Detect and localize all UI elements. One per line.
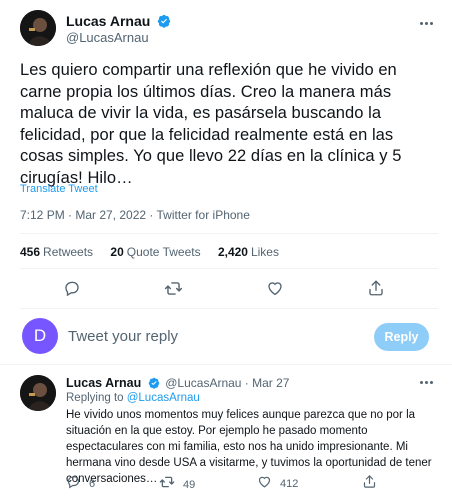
like-icon[interactable] [264, 277, 286, 299]
reply-icon[interactable] [66, 474, 81, 494]
retweets-stat[interactable]: 456 Retweets [20, 245, 93, 259]
verified-badge-icon [148, 377, 160, 392]
reply-button[interactable]: Reply [374, 323, 429, 351]
share-icon[interactable] [362, 474, 377, 494]
reply-author-name[interactable]: Lucas Arnau [66, 376, 141, 390]
likes-stat[interactable]: 2,420 Likes [218, 245, 279, 259]
translate-tweet-link[interactable]: Translate Tweet [20, 183, 98, 195]
reply-action-like[interactable]: 412 [257, 474, 298, 494]
reply-more-options-icon[interactable] [420, 381, 433, 384]
reply-author-avatar[interactable] [20, 375, 56, 411]
reply-input[interactable]: Tweet your reply [68, 328, 178, 345]
retweet-count: 49 [183, 478, 196, 491]
divider [20, 268, 438, 269]
replying-to-handle[interactable]: @LucasArnau [127, 392, 200, 404]
replying-to: Replying to @LucasArnau [66, 392, 200, 404]
author-handle[interactable]: @LucasArnau [66, 30, 149, 45]
author-avatar[interactable] [20, 10, 56, 46]
reply-action-retweet[interactable]: 49 [159, 474, 195, 495]
author-name[interactable]: Lucas Arnau [66, 13, 150, 29]
share-icon[interactable] [365, 277, 387, 299]
reply-header: Lucas Arnau @LucasArnau · Mar 27 [66, 376, 289, 392]
tweet-text: Les quiero compartir una reflexión que h… [20, 61, 402, 187]
quote-tweets-stat[interactable]: 20 Quote Tweets [110, 245, 200, 259]
divider [20, 308, 438, 309]
reply-count: 6 [89, 478, 96, 490]
like-icon[interactable] [257, 474, 272, 494]
more-options-icon[interactable] [420, 22, 433, 25]
retweet-icon[interactable] [159, 474, 175, 495]
reply-author-handle-date[interactable]: @LucasArnau · Mar 27 [165, 376, 289, 390]
divider [0, 364, 452, 365]
like-count: 412 [280, 478, 299, 490]
retweet-icon[interactable] [162, 277, 184, 299]
reply-action-reply[interactable]: 6 [66, 474, 95, 494]
verified-badge-icon [157, 14, 171, 31]
reply-tweet-text: He vivido unos momentos muy felices aunq… [66, 409, 432, 485]
reply-icon[interactable] [61, 277, 83, 299]
tweet-stats: 456 Retweets 20 Quote Tweets 2,420 Likes [20, 245, 293, 259]
tweet-timestamp[interactable]: 7:12 PM · Mar 27, 2022 · Twitter for iPh… [20, 208, 250, 222]
divider [20, 233, 438, 234]
composer-avatar[interactable]: D [22, 318, 58, 354]
author-name-row[interactable]: Lucas Arnau [66, 13, 171, 31]
